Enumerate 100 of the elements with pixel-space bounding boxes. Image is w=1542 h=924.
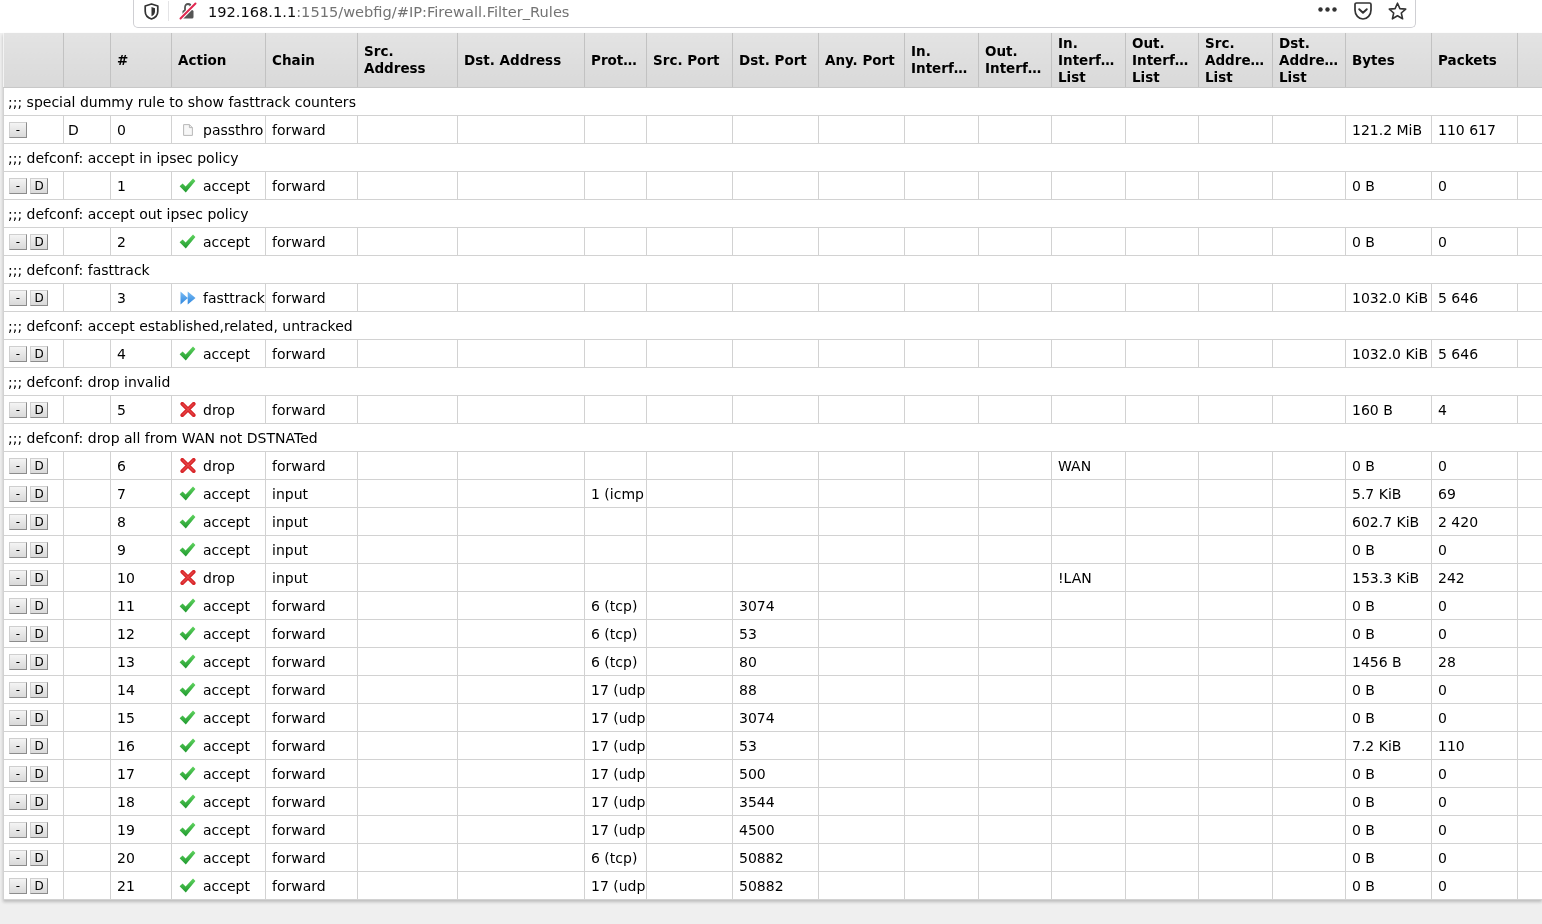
check-icon bbox=[179, 626, 196, 641]
table-cell: 5 646 bbox=[1431, 339, 1518, 368]
action-label: accept bbox=[203, 653, 250, 670]
disable-button[interactable]: D bbox=[30, 485, 48, 502]
remove-button[interactable]: - bbox=[9, 793, 27, 810]
disable-button[interactable]: D bbox=[30, 541, 48, 558]
table-cell: 3544 bbox=[732, 787, 819, 816]
table-cell: 69 bbox=[1431, 479, 1518, 508]
table-cell: 0 bbox=[1431, 535, 1518, 564]
table-cell: 17 (udp bbox=[584, 759, 647, 788]
table-cell: 0 B bbox=[1345, 227, 1432, 256]
disable-button[interactable]: D bbox=[30, 289, 48, 306]
table-cell: 1 (icmp bbox=[584, 479, 647, 508]
table-cell: WAN bbox=[1051, 451, 1126, 480]
remove-button[interactable]: - bbox=[9, 513, 27, 530]
action-label: accept bbox=[203, 681, 250, 698]
table-cell: 50882 bbox=[732, 843, 819, 872]
table-cell: 53 bbox=[732, 619, 819, 648]
disable-button[interactable]: D bbox=[30, 345, 48, 362]
table-cell: 17 (udp bbox=[584, 871, 647, 900]
comment-text: ;;; special dummy rule to show fasttrack counters bbox=[8, 93, 356, 110]
remove-button[interactable]: - bbox=[9, 653, 27, 670]
shield-icon[interactable] bbox=[144, 2, 159, 20]
disable-button[interactable]: D bbox=[30, 513, 48, 530]
remove-button[interactable]: - bbox=[9, 401, 27, 418]
disable-button[interactable]: D bbox=[30, 793, 48, 810]
action-label: accept bbox=[203, 765, 250, 782]
column-header: Src. Address bbox=[357, 33, 458, 88]
disable-button[interactable]: D bbox=[30, 821, 48, 838]
table-cell: forward bbox=[265, 451, 358, 480]
disable-button[interactable]: D bbox=[30, 653, 48, 670]
table-cell: forward bbox=[265, 787, 358, 816]
table-cell: 121.2 MiB bbox=[1345, 115, 1432, 144]
table-cell: 1032.0 KiB bbox=[1345, 283, 1432, 312]
disable-button[interactable]: D bbox=[30, 877, 48, 894]
disable-button[interactable]: D bbox=[30, 597, 48, 614]
remove-button[interactable]: - bbox=[9, 709, 27, 726]
disable-button[interactable]: D bbox=[30, 233, 48, 250]
disable-button[interactable]: D bbox=[30, 457, 48, 474]
disable-button[interactable]: D bbox=[30, 737, 48, 754]
action-label: accept bbox=[203, 821, 250, 838]
disable-button[interactable]: D bbox=[30, 625, 48, 642]
remove-button[interactable]: - bbox=[9, 569, 27, 586]
more-icon[interactable] bbox=[1318, 7, 1337, 12]
remove-button[interactable]: - bbox=[9, 345, 27, 362]
table-cell: 110 bbox=[1431, 731, 1518, 760]
table-cell: 80 bbox=[732, 647, 819, 676]
crossed-lock-icon[interactable] bbox=[179, 2, 197, 20]
comment-text: ;;; defconf: accept established,related, untracked bbox=[8, 317, 353, 334]
double-arrow-icon bbox=[179, 290, 196, 305]
check-icon bbox=[179, 234, 196, 249]
remove-button[interactable]: - bbox=[9, 233, 27, 250]
table-cell: 160 B bbox=[1345, 395, 1432, 424]
action-label: accept bbox=[203, 625, 250, 642]
remove-button[interactable]: - bbox=[9, 877, 27, 894]
action-label: drop bbox=[203, 569, 235, 586]
table-cell: forward bbox=[265, 395, 358, 424]
table-cell: forward bbox=[265, 703, 358, 732]
table-cell: 5 bbox=[110, 395, 172, 424]
table-cell: 0 bbox=[1431, 675, 1518, 704]
remove-button[interactable]: - bbox=[9, 121, 27, 138]
disable-button[interactable]: D bbox=[30, 849, 48, 866]
address-bar[interactable]: 192.168.1.1:1515/webfig/#IP:Firewall.Filter_Rules bbox=[133, 0, 1416, 28]
disable-button[interactable]: D bbox=[30, 401, 48, 418]
action-label: accept bbox=[203, 485, 250, 502]
table-cell: 0 B bbox=[1345, 843, 1432, 872]
remove-button[interactable]: - bbox=[9, 541, 27, 558]
table-cell: 500 bbox=[732, 759, 819, 788]
table-cell: 0 bbox=[1431, 171, 1518, 200]
table-cell: 10 bbox=[110, 563, 172, 592]
remove-button[interactable]: - bbox=[9, 289, 27, 306]
disable-button[interactable]: D bbox=[30, 569, 48, 586]
check-icon bbox=[179, 654, 196, 669]
remove-button[interactable]: - bbox=[9, 597, 27, 614]
table-cell: 14 bbox=[110, 675, 172, 704]
remove-button[interactable]: - bbox=[9, 849, 27, 866]
check-icon bbox=[179, 514, 196, 529]
remove-button[interactable]: - bbox=[9, 737, 27, 754]
remove-button[interactable]: - bbox=[9, 681, 27, 698]
disable-button[interactable]: D bbox=[30, 765, 48, 782]
disable-button[interactable]: D bbox=[30, 681, 48, 698]
table-cell: 17 (udp bbox=[584, 675, 647, 704]
remove-button[interactable]: - bbox=[9, 485, 27, 502]
remove-button[interactable]: - bbox=[9, 177, 27, 194]
star-icon[interactable] bbox=[1388, 1, 1407, 21]
table-cell: 17 (udp bbox=[584, 787, 647, 816]
chevron-shield-icon[interactable] bbox=[1353, 2, 1373, 20]
table-cell: 0 B bbox=[1345, 619, 1432, 648]
disable-button[interactable]: D bbox=[30, 177, 48, 194]
table-cell: 6 bbox=[110, 451, 172, 480]
column-header: Any. Port bbox=[818, 33, 905, 88]
table-cell: 5.7 KiB bbox=[1345, 479, 1432, 508]
disable-button[interactable]: D bbox=[30, 709, 48, 726]
remove-button[interactable]: - bbox=[9, 821, 27, 838]
remove-button[interactable]: - bbox=[9, 457, 27, 474]
remove-button[interactable]: - bbox=[9, 765, 27, 782]
table-cell: 17 (udp bbox=[584, 731, 647, 760]
cross-icon bbox=[179, 458, 196, 473]
remove-button[interactable]: - bbox=[9, 625, 27, 642]
action-label: accept bbox=[203, 793, 250, 810]
